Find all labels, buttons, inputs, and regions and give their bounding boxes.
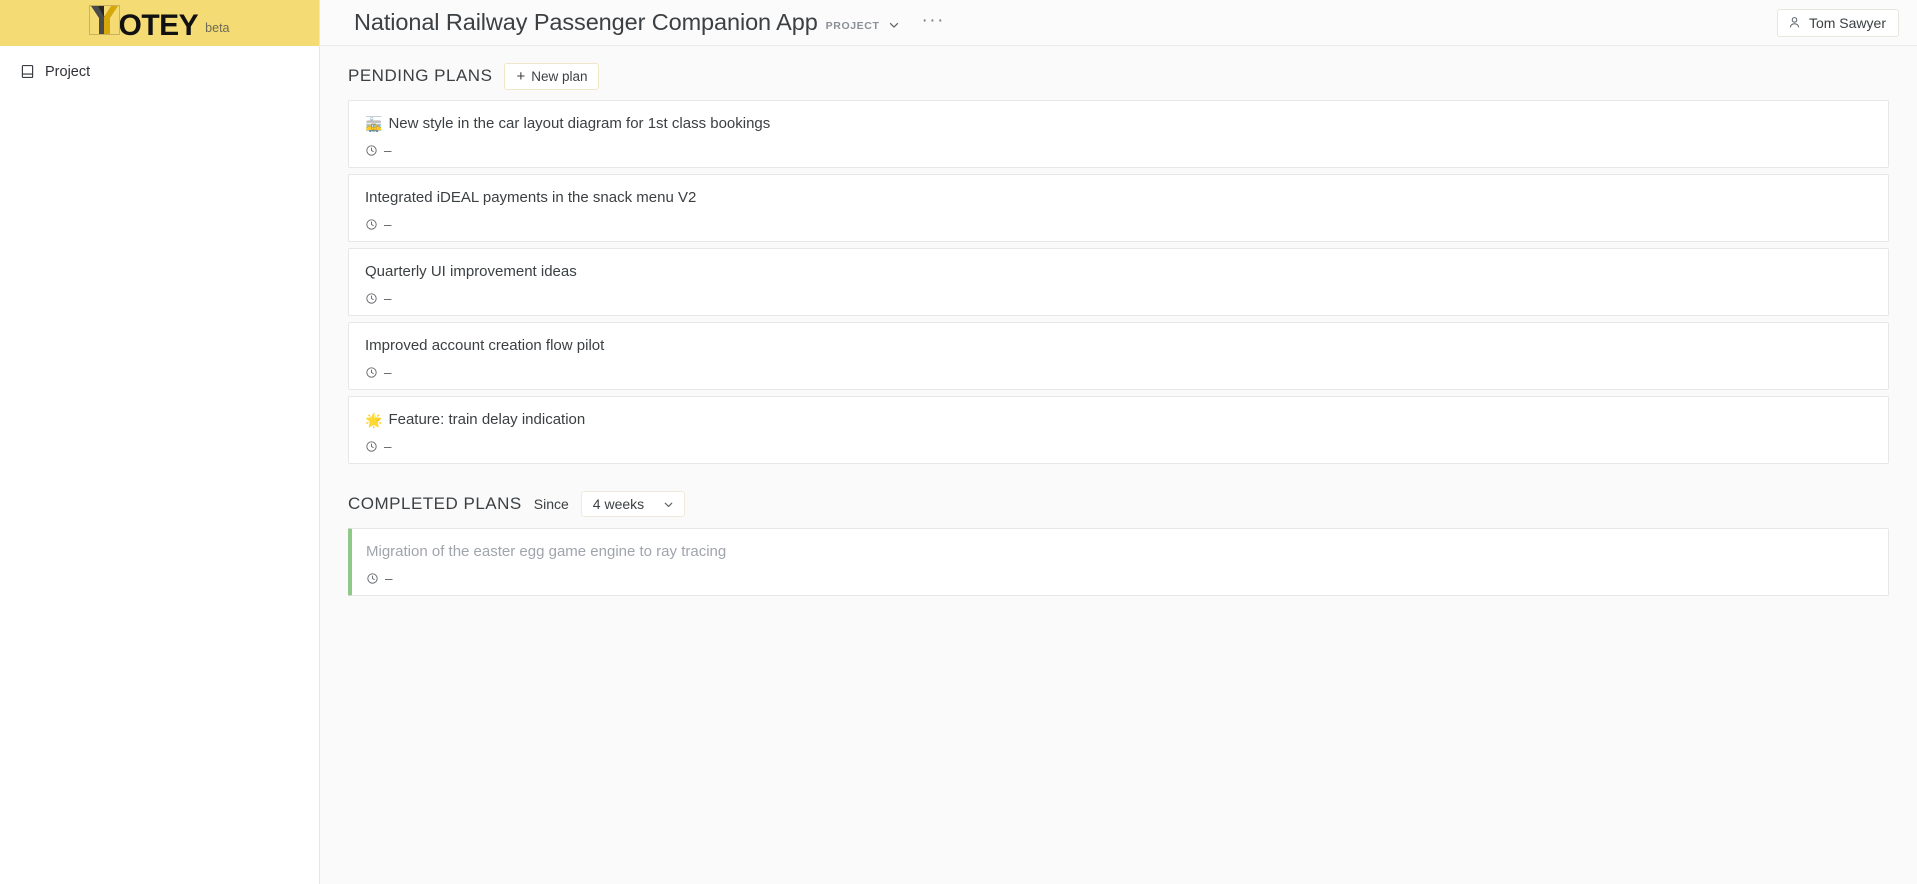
plan-meta-value: – xyxy=(384,439,392,454)
plan-title: Improved account creation flow pilot xyxy=(365,337,605,354)
plan-meta-row: – xyxy=(365,144,1872,157)
plan-card[interactable]: 🚋 New style in the car layout diagram fo… xyxy=(348,100,1889,168)
sidebar-item-label: Project xyxy=(45,63,91,80)
plan-title-row: 🌟 Feature: train delay indication xyxy=(365,410,1872,430)
plan-title-row: Migration of the easter egg game engine … xyxy=(366,542,1872,562)
plan-title: Integrated iDEAL payments in the snack m… xyxy=(365,189,697,206)
plan-card[interactable]: 🌟 Feature: train delay indication – xyxy=(348,396,1889,464)
person-icon xyxy=(1787,15,1802,30)
clock-icon xyxy=(365,218,378,231)
new-plan-label: New plan xyxy=(531,68,588,84)
plan-card[interactable]: Integrated iDEAL payments in the snack m… xyxy=(348,174,1889,242)
since-range-select[interactable]: 4 weeks xyxy=(580,491,686,517)
plan-title: Quarterly UI improvement ideas xyxy=(365,263,577,280)
user-menu-button[interactable]: Tom Sawyer xyxy=(1776,8,1899,37)
plan-card[interactable]: Improved account creation flow pilot – xyxy=(348,322,1889,390)
plus-icon: + xyxy=(516,67,526,85)
plan-title: New style in the car layout diagram for … xyxy=(388,115,771,132)
completed-section-title: COMPLETED PLANS xyxy=(348,494,522,513)
logo-wordmark: OTEY xyxy=(118,9,199,42)
pending-section-title: PENDING PLANS xyxy=(348,66,493,85)
plan-meta-row: – xyxy=(365,218,1872,231)
clock-icon xyxy=(365,292,378,305)
glowing-star-emoji: 🌟 xyxy=(365,412,383,428)
project-kind-label: PROJECT xyxy=(825,20,880,32)
chevron-down-icon xyxy=(662,498,675,511)
pending-plan-list: 🚋 New style in the car layout diagram fo… xyxy=(348,100,1889,464)
ellipsis-icon[interactable]: ··· xyxy=(921,11,944,30)
y-logo-icon xyxy=(89,5,121,35)
plan-meta-row: – xyxy=(366,572,1872,585)
sidebar-nav: Project xyxy=(0,46,319,89)
completed-plan-list: Migration of the easter egg game engine … xyxy=(348,528,1889,596)
clock-icon xyxy=(365,144,378,157)
plan-meta-value: – xyxy=(384,143,392,158)
sidebar: OTEY beta Project xyxy=(0,0,320,884)
content-area: PENDING PLANS + New plan 🚋 New style in … xyxy=(320,46,1917,884)
pending-section-header: PENDING PLANS + New plan xyxy=(348,62,1889,90)
plan-meta-value: – xyxy=(384,291,392,306)
plan-title-row: Quarterly UI improvement ideas xyxy=(365,262,1872,282)
plan-meta-row: – xyxy=(365,292,1872,305)
plan-title-row: Integrated iDEAL payments in the snack m… xyxy=(365,188,1872,208)
plan-title: Migration of the easter egg game engine … xyxy=(366,543,727,560)
user-name: Tom Sawyer xyxy=(1808,14,1886,31)
plan-title-row: 🚋 New style in the car layout diagram fo… xyxy=(365,114,1872,134)
completed-plan-card[interactable]: Migration of the easter egg game engine … xyxy=(348,528,1889,596)
plan-meta-row: – xyxy=(365,440,1872,453)
plan-card[interactable]: Quarterly UI improvement ideas – xyxy=(348,248,1889,316)
completed-section-header: COMPLETED PLANS Since 4 weeks xyxy=(348,490,1889,518)
plan-meta-row: – xyxy=(365,366,1872,379)
clock-icon xyxy=(365,440,378,453)
sidebar-item-project[interactable]: Project xyxy=(0,54,319,89)
clock-icon xyxy=(365,366,378,379)
main-area: National Railway Passenger Companion App… xyxy=(320,0,1917,884)
title-group: National Railway Passenger Companion App… xyxy=(354,9,945,36)
top-bar: National Railway Passenger Companion App… xyxy=(320,0,1917,46)
since-label: Since xyxy=(533,496,569,512)
chevron-down-icon[interactable] xyxy=(887,18,901,32)
plan-title-row: Improved account creation flow pilot xyxy=(365,336,1872,356)
plan-meta-value: – xyxy=(385,571,393,586)
logo-mark: OTEY xyxy=(89,5,199,42)
app-root: OTEY beta Project National Railway Passe… xyxy=(0,0,1917,884)
plan-meta-value: – xyxy=(384,217,392,232)
since-selected-value: 4 weeks xyxy=(592,496,645,512)
plan-title: Feature: train delay indication xyxy=(388,411,586,428)
clock-icon xyxy=(366,572,379,585)
beta-badge: beta xyxy=(205,20,230,35)
tram-car-emoji: 🚋 xyxy=(365,116,383,132)
plan-meta-value: – xyxy=(384,365,392,380)
new-plan-button[interactable]: + New plan xyxy=(504,62,600,90)
book-icon xyxy=(19,63,36,80)
page-title: National Railway Passenger Companion App xyxy=(354,9,818,35)
brand-logo-bar[interactable]: OTEY beta xyxy=(0,0,319,46)
